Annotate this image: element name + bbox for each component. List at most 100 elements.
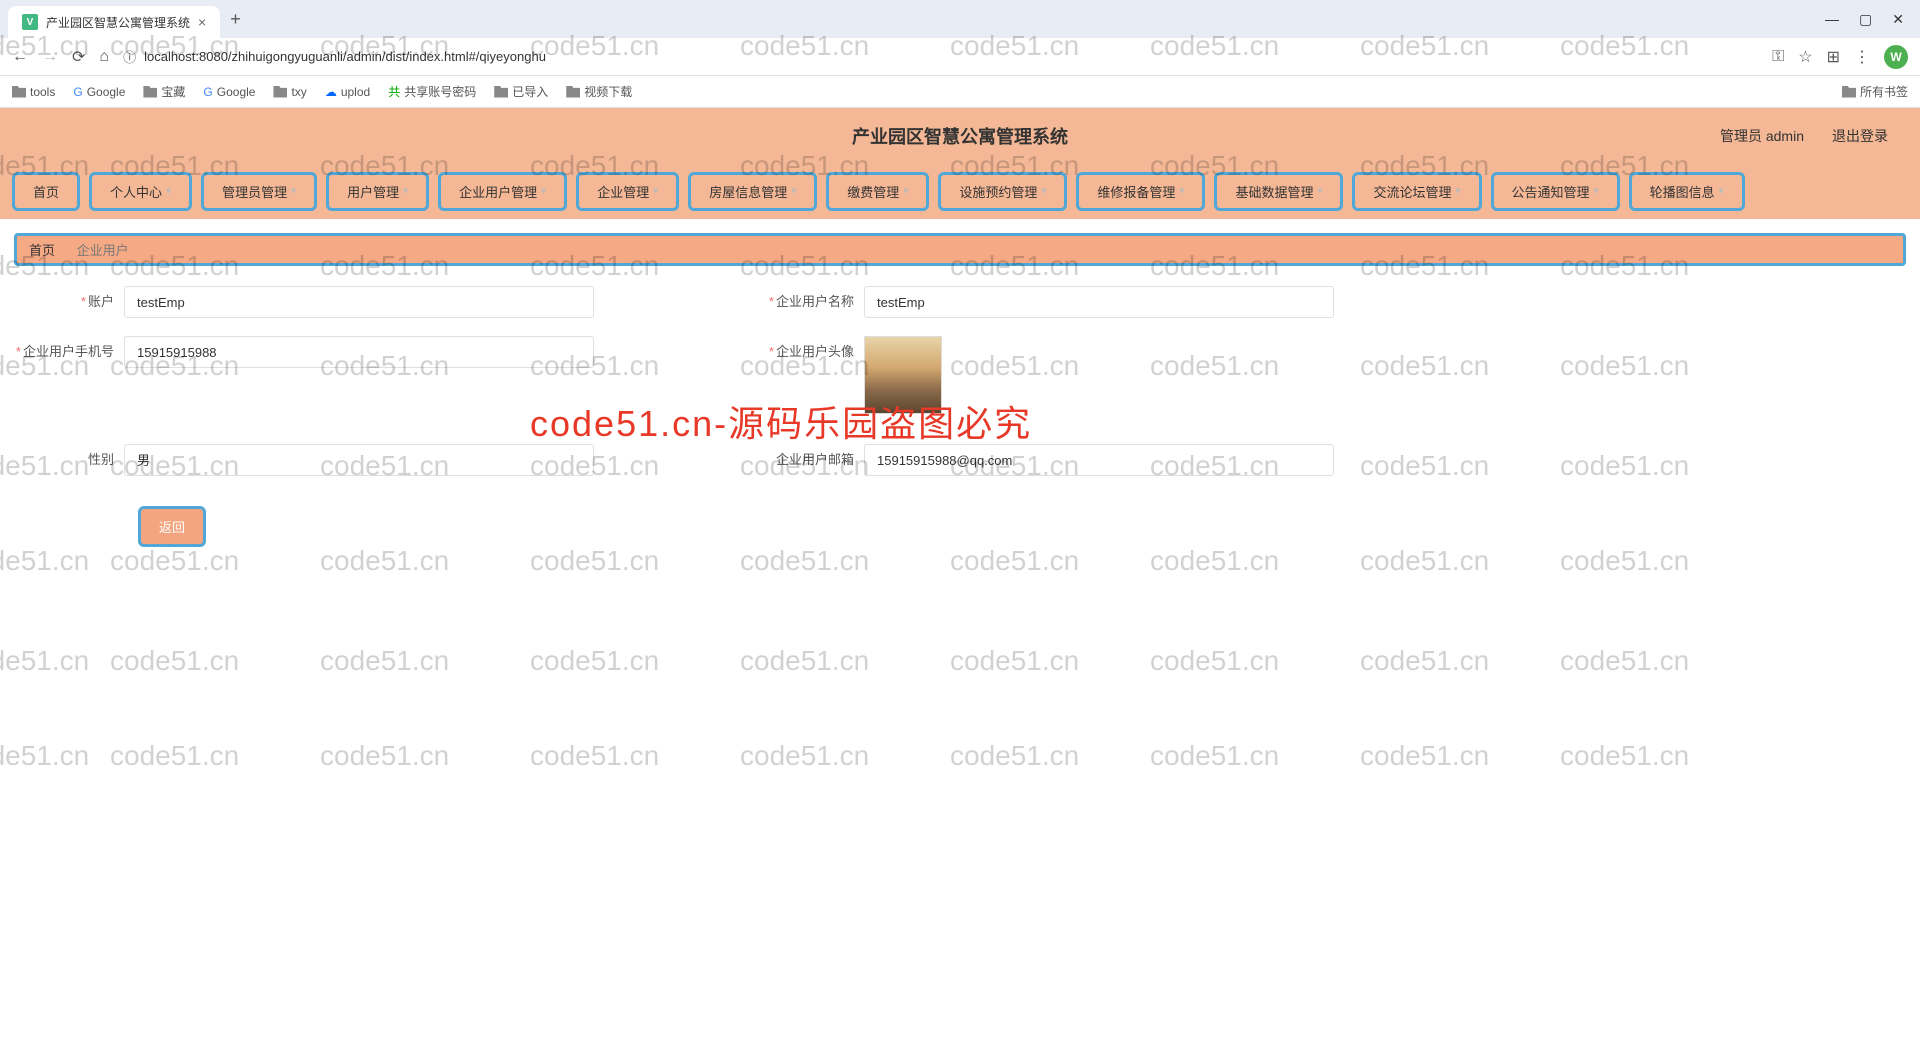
browser-tab[interactable]: V 产业园区智慧公寓管理系统 × (8, 6, 220, 38)
url-text: localhost:8080/zhihuigongyuguanli/admin/… (144, 49, 546, 64)
bookmark-baozang[interactable]: 宝藏 (143, 83, 185, 100)
watermark: code51.cn (110, 740, 239, 772)
chevron-down-icon: ▾ (1456, 186, 1461, 197)
tab-close-icon[interactable]: × (198, 14, 206, 30)
nav-item-5[interactable]: 企业管理▾ (576, 172, 679, 211)
watermark: code51.cn (530, 645, 659, 677)
gender-value: 男 (124, 444, 594, 476)
watermark: code51.cn (950, 645, 1079, 677)
close-window-icon[interactable]: ✕ (1892, 11, 1904, 28)
avatar-label: *企业用户头像 (754, 336, 864, 368)
address-bar: ← → ⟳ ⌂ ⓘ localhost:8080/zhihuigongyugua… (0, 38, 1920, 76)
chevron-down-icon: ▾ (541, 186, 546, 197)
window-controls: — ▢ ✕ (1825, 11, 1912, 28)
chevron-down-icon: ▾ (1594, 186, 1599, 197)
site-info-icon[interactable]: ⓘ (123, 47, 136, 66)
nav-item-6[interactable]: 房屋信息管理▾ (688, 172, 817, 211)
watermark: code51.cn (320, 740, 449, 772)
bookmark-imported[interactable]: 已导入 (494, 83, 548, 100)
forward-icon[interactable]: → (42, 48, 58, 66)
home-icon[interactable]: ⌂ (99, 48, 109, 66)
app-title: 产业园区智慧公寓管理系统 (852, 123, 1068, 149)
chevron-down-icon: ▾ (791, 186, 796, 197)
watermark: code51.cn (0, 645, 89, 677)
bookmarks-bar: tools GGoogle 宝藏 GGoogle txy ☁uplod 共共享账… (0, 76, 1920, 108)
nav-item-1[interactable]: 个人中心▾ (89, 172, 192, 211)
nav-item-11[interactable]: 交流论坛管理▾ (1352, 172, 1481, 211)
star-icon[interactable]: ☆ (1798, 47, 1812, 67)
admin-label[interactable]: 管理员 admin (1720, 126, 1804, 146)
nav-item-2[interactable]: 管理员管理▾ (201, 172, 317, 211)
tab-favicon: V (22, 14, 38, 30)
watermark: code51.cn (0, 740, 89, 772)
breadcrumb-home[interactable]: 首页 (29, 243, 55, 258)
email-value: 15915915988@qq.com (864, 444, 1334, 476)
bookmark-shared[interactable]: 共共享账号密码 (388, 83, 476, 100)
nav-item-8[interactable]: 设施预约管理▾ (938, 172, 1067, 211)
nav-item-13[interactable]: 轮播图信息▾ (1629, 172, 1745, 211)
phone-value: 15915915988 (124, 336, 594, 368)
extensions-icon[interactable]: ⊞ (1827, 47, 1840, 67)
nav-item-3[interactable]: 用户管理▾ (326, 172, 429, 211)
watermark: code51.cn (950, 740, 1079, 772)
maximize-icon[interactable]: ▢ (1859, 11, 1872, 28)
watermark: code51.cn (740, 740, 869, 772)
watermark: code51.cn (1360, 645, 1489, 677)
logout-button[interactable]: 退出登录 (1832, 126, 1888, 146)
menu-icon[interactable]: ⋮ (1854, 47, 1870, 67)
chevron-down-icon: ▾ (1179, 186, 1184, 197)
back-icon[interactable]: ← (12, 48, 28, 66)
breadcrumb: 首页 企业用户 (14, 233, 1906, 266)
form-area: *账户 testEmp *企业用户名称 testEmp *企业用户手机号 159… (0, 276, 1920, 557)
app-header: 产业园区智慧公寓管理系统 管理员 admin 退出登录 (0, 108, 1920, 164)
chevron-down-icon: ▾ (653, 186, 658, 197)
watermark: code51.cn (1150, 645, 1279, 677)
bookmark-google[interactable]: GGoogle (73, 85, 125, 99)
name-label: *企业用户名称 (754, 286, 864, 318)
bookmark-txy[interactable]: txy (273, 85, 306, 99)
nav-item-4[interactable]: 企业用户管理▾ (438, 172, 567, 211)
bookmark-video[interactable]: 视频下载 (566, 83, 632, 100)
email-label: 企业用户邮箱 (754, 444, 864, 476)
back-button[interactable]: 返回 (138, 506, 206, 547)
minimize-icon[interactable]: — (1825, 11, 1839, 28)
chevron-down-icon: ▾ (1719, 186, 1724, 197)
phone-label: *企业用户手机号 (14, 336, 124, 368)
main-nav: 首页个人中心▾管理员管理▾用户管理▾企业用户管理▾企业管理▾房屋信息管理▾缴费管… (0, 164, 1920, 219)
nav-item-10[interactable]: 基础数据管理▾ (1214, 172, 1343, 211)
bookmark-all[interactable]: 所有书签 (1842, 83, 1908, 100)
watermark: code51.cn (1150, 740, 1279, 772)
watermark: code51.cn (1560, 740, 1689, 772)
chevron-down-icon: ▾ (903, 186, 908, 197)
tab-title: 产业园区智慧公寓管理系统 (46, 14, 190, 31)
account-label: *账户 (14, 286, 124, 318)
chevron-down-icon: ▾ (291, 186, 296, 197)
watermark: code51.cn (1360, 740, 1489, 772)
url-box[interactable]: ⓘ localhost:8080/zhihuigongyuguanli/admi… (123, 47, 546, 66)
nav-item-12[interactable]: 公告通知管理▾ (1491, 172, 1620, 211)
key-icon[interactable]: ⚿ (1772, 48, 1784, 66)
gender-label: 性别 (14, 444, 124, 476)
watermark: code51.cn (320, 645, 449, 677)
bookmark-tools[interactable]: tools (12, 85, 55, 99)
chevron-down-icon: ▾ (1317, 186, 1322, 197)
breadcrumb-current: 企业用户 (77, 243, 129, 258)
watermark: code51.cn (1560, 645, 1689, 677)
nav-item-9[interactable]: 维修报备管理▾ (1076, 172, 1205, 211)
nav-item-7[interactable]: 缴费管理▾ (826, 172, 929, 211)
chevron-down-icon: ▾ (403, 186, 408, 197)
bookmark-uplod[interactable]: ☁uplod (325, 85, 370, 99)
bookmark-google2[interactable]: GGoogle (203, 85, 255, 99)
chevron-down-icon: ▾ (166, 186, 171, 197)
new-tab-button[interactable]: + (220, 9, 251, 30)
chevron-down-icon: ▾ (1041, 186, 1046, 197)
avatar-image (864, 336, 942, 414)
reload-icon[interactable]: ⟳ (72, 47, 85, 67)
profile-avatar[interactable]: W (1884, 45, 1908, 69)
account-value: testEmp (124, 286, 594, 318)
name-value: testEmp (864, 286, 1334, 318)
browser-tab-strip: V 产业园区智慧公寓管理系统 × + — ▢ ✕ (0, 0, 1920, 38)
watermark: code51.cn (740, 645, 869, 677)
nav-item-0[interactable]: 首页 (12, 172, 80, 211)
watermark: code51.cn (530, 740, 659, 772)
